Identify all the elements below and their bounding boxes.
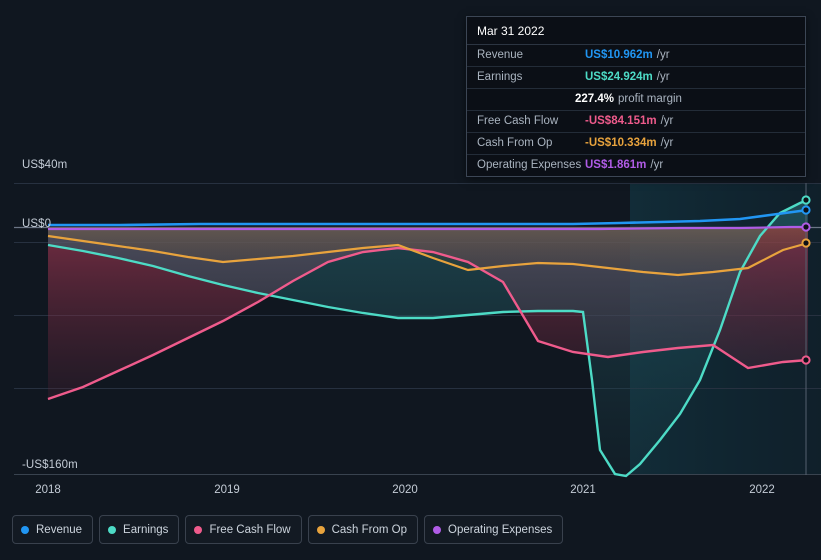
marker-earnings <box>801 195 811 205</box>
legend-item-free-cash-flow[interactable]: Free Cash Flow <box>185 515 302 544</box>
marker-operating-expenses <box>801 222 811 232</box>
legend-dot-icon-revenue <box>21 525 29 534</box>
tooltip-key-free-cash-flow: Free Cash Flow <box>477 115 559 127</box>
legend-dot-icon-earnings <box>108 525 117 534</box>
tooltip-key-revenue: Revenue <box>477 49 524 61</box>
legend-label-free-cash-flow: Free Cash Flow <box>209 523 291 536</box>
x-axis-tick-2021: 2021 <box>570 484 596 496</box>
tooltip-row-profit-margin: 227.4% profit margin <box>467 89 805 111</box>
legend-dot-icon-operating-expenses <box>433 525 442 534</box>
tooltip-date: Mar 31 2022 <box>467 17 805 45</box>
tooltip-row-operating-expenses: Operating Expenses US$1.861m /yr <box>467 155 805 176</box>
tooltip-unit-cash-from-op: /yr <box>660 137 674 149</box>
chart-tooltip: Mar 31 2022 Revenue US$10.962m /yr Earni… <box>466 16 806 177</box>
y-axis-label-zero: US$0 <box>22 218 52 230</box>
tooltip-value-cash-from-op: -US$10.334m <box>585 137 657 149</box>
x-axis-tick-2022: 2022 <box>749 484 775 496</box>
marker-revenue <box>801 205 811 215</box>
tooltip-row-earnings: Earnings US$24.924m /yr <box>467 67 805 89</box>
tooltip-unit-profit-margin: profit margin <box>618 93 682 105</box>
legend-item-cash-from-op[interactable]: Cash From Op <box>307 515 419 544</box>
tooltip-value-revenue: US$10.962m <box>585 49 653 61</box>
tooltip-unit-free-cash-flow: /yr <box>660 115 674 127</box>
legend-item-earnings[interactable]: Earnings <box>99 515 180 544</box>
tooltip-row-revenue: Revenue US$10.962m /yr <box>467 45 805 67</box>
chart-legend: Revenue Earnings Free Cash Flow Cash Fro… <box>12 515 564 544</box>
tooltip-value-operating-expenses: US$1.861m <box>585 159 647 171</box>
tooltip-value-free-cash-flow: -US$84.151m <box>585 115 657 127</box>
legend-label-earnings: Earnings <box>123 523 169 536</box>
legend-item-revenue[interactable]: Revenue <box>12 515 94 544</box>
legend-label-revenue: Revenue <box>36 523 83 536</box>
tooltip-key-operating-expenses: Operating Expenses <box>477 159 582 171</box>
chart-page: US$40m US$0 -US$160m 2018 2019 2020 2021… <box>0 0 821 560</box>
tooltip-value-profit-margin: 227.4% <box>575 93 615 105</box>
marker-free-cash-flow <box>801 355 811 365</box>
tooltip-value-earnings: US$24.924m <box>585 71 653 83</box>
tooltip-unit-earnings: /yr <box>656 71 670 83</box>
tooltip-key-cash-from-op: Cash From Op <box>477 137 553 149</box>
tooltip-row-free-cash-flow: Free Cash Flow -US$84.151m /yr <box>467 111 805 133</box>
legend-label-cash-from-op: Cash From Op <box>331 523 408 536</box>
legend-item-operating-expenses[interactable]: Operating Expenses <box>424 515 564 544</box>
x-axis-tick-2020: 2020 <box>392 484 418 496</box>
legend-dot-icon-cash-from-op <box>316 525 325 534</box>
y-axis-label-top: US$40m <box>22 159 68 171</box>
tooltip-unit-operating-expenses: /yr <box>650 159 664 171</box>
marker-cash-from-op <box>801 238 811 248</box>
legend-label-operating-expenses: Operating Expenses <box>448 523 553 536</box>
x-axis-tick-2018: 2018 <box>35 484 61 496</box>
tooltip-row-cash-from-op: Cash From Op -US$10.334m /yr <box>467 133 805 155</box>
x-axis-tick-2019: 2019 <box>214 484 240 496</box>
tooltip-unit-revenue: /yr <box>656 49 670 61</box>
y-axis-label-bottom: -US$160m <box>22 459 78 471</box>
legend-dot-icon-free-cash-flow <box>194 525 203 534</box>
tooltip-key-earnings: Earnings <box>477 71 523 83</box>
